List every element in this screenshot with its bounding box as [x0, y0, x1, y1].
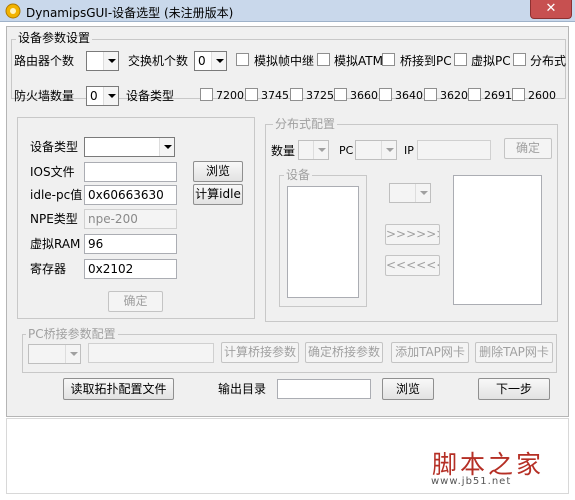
virtual-pc-checkbox[interactable] [454, 53, 467, 66]
remove-tap-button[interactable]: 删除TAP网卡 [475, 342, 553, 363]
npe-type-value: npe-200 [88, 212, 138, 226]
distributed-confirm-button[interactable]: 确定 [504, 138, 552, 159]
chevron-down-icon [211, 52, 226, 70]
firewall-count-value: 0 [90, 89, 98, 103]
watermark-url: www.jb51.net [431, 476, 512, 487]
virtual-ram-label: 虚拟RAM [30, 237, 81, 251]
ip-input[interactable] [417, 140, 491, 160]
add-tap-button[interactable]: 添加TAP网卡 [391, 342, 469, 363]
count-label: 数量 [271, 144, 296, 158]
register-label: 寄存器 [30, 262, 67, 276]
switch-count-select[interactable]: 0 [194, 51, 227, 71]
device-list-title: 设备 [284, 168, 313, 182]
model-3640-label: 3640 [395, 89, 423, 102]
target-pc-select[interactable] [389, 183, 431, 203]
config-device-type-label: 设备类型 [30, 140, 79, 154]
pc-select[interactable] [355, 140, 397, 160]
chevron-down-icon [313, 141, 328, 159]
window-title: DynamipsGUI-设备选型 (未注册版本) [26, 6, 234, 20]
next-button[interactable]: 下一步 [478, 378, 550, 400]
close-button[interactable]: ✕ [530, 0, 572, 19]
npe-type-label: NPE类型 [30, 212, 78, 226]
bridge-param-input[interactable] [88, 343, 214, 363]
register-value: 0x2102 [88, 262, 134, 276]
device-type-label: 设备类型 [126, 89, 175, 103]
output-dir-input[interactable] [277, 379, 371, 399]
virtual-pc-label: 虚拟PC [471, 54, 511, 68]
distributed-label: 分布式 [530, 54, 567, 68]
ios-file-label: IOS文件 [30, 165, 75, 179]
bridge-pc-checkbox[interactable] [382, 53, 395, 66]
model-7200-label: 7200 [216, 89, 244, 102]
model-2600-label: 2600 [528, 89, 556, 102]
router-count-label: 路由器个数 [14, 54, 75, 68]
firewall-count-select[interactable]: 0 [86, 86, 119, 106]
firewall-count-label: 防火墙数量 [14, 89, 75, 103]
chevron-down-icon [65, 345, 80, 363]
model-2691-label: 2691 [484, 89, 512, 102]
output-dir-label: 输出目录 [218, 382, 267, 396]
switch-count-label: 交换机个数 [128, 54, 189, 68]
virtual-ram-input[interactable]: 96 [84, 234, 177, 254]
count-select[interactable] [298, 140, 329, 160]
switch-count-value: 0 [198, 54, 206, 68]
ip-label: IP [404, 144, 414, 157]
chevron-down-icon [103, 52, 118, 70]
idle-pc-input[interactable]: 0x60663630 [84, 185, 177, 205]
model-3620-checkbox[interactable] [424, 88, 437, 101]
app-icon [5, 3, 21, 19]
model-3640-checkbox[interactable] [379, 88, 392, 101]
idle-pc-value: 0x60663630 [88, 188, 164, 202]
model-3660-checkbox[interactable] [334, 88, 347, 101]
chevron-down-icon [159, 138, 174, 156]
output-browse-button[interactable]: 浏览 [382, 378, 434, 400]
chevron-down-icon [103, 87, 118, 105]
bridge-interface-select[interactable] [28, 344, 81, 364]
calc-bridge-button[interactable]: 计算桥接参数 [221, 342, 299, 363]
device-params-title: 设备参数设置 [16, 31, 93, 45]
distributed-checkbox[interactable] [513, 53, 526, 66]
pc-label: PC [339, 144, 354, 157]
model-2691-checkbox[interactable] [468, 88, 481, 101]
config-confirm-button[interactable]: 确定 [108, 291, 163, 312]
router-count-select[interactable] [86, 51, 119, 71]
npe-type-input[interactable]: npe-200 [84, 209, 177, 229]
bridge-group-title: PC桥接参数配置 [26, 327, 118, 341]
register-input[interactable]: 0x2102 [84, 259, 177, 279]
model-3725-checkbox[interactable] [290, 88, 303, 101]
atm-checkbox[interactable] [317, 53, 330, 66]
model-2600-checkbox[interactable] [512, 88, 525, 101]
atm-label: 模拟ATM [334, 54, 383, 68]
ios-browse-button[interactable]: 浏览 [193, 161, 243, 182]
virtual-ram-value: 96 [88, 237, 104, 251]
chevron-down-icon [415, 184, 430, 202]
device-list[interactable] [287, 186, 359, 298]
model-3620-label: 3620 [440, 89, 468, 102]
model-3745-label: 3745 [261, 89, 289, 102]
frame-relay-checkbox[interactable] [236, 53, 249, 66]
client-area: 设备参数设置 路由器个数 交换机个数 0 模拟帧中继 模拟ATM 桥接到PC 虚… [6, 26, 569, 417]
model-3725-label: 3725 [306, 89, 334, 102]
ios-file-input[interactable] [84, 162, 177, 182]
add-device-button[interactable]: >>>>>> [385, 224, 440, 245]
idle-pc-label: idle-pc值 [30, 188, 83, 202]
distributed-config-title: 分布式配置 [273, 117, 338, 131]
model-3660-label: 3660 [350, 89, 378, 102]
frame-relay-label: 模拟帧中继 [254, 54, 315, 68]
pc-device-list[interactable] [453, 175, 542, 305]
config-device-type-select[interactable] [84, 137, 175, 157]
confirm-bridge-button[interactable]: 确定桥接参数 [305, 342, 383, 363]
model-3745-checkbox[interactable] [245, 88, 258, 101]
calc-idle-button[interactable]: 计算idle [193, 184, 243, 205]
remove-device-button[interactable]: <<<<<< [385, 255, 440, 276]
load-topology-button[interactable]: 读取拓扑配置文件 [63, 378, 174, 400]
model-7200-checkbox[interactable] [200, 88, 213, 101]
chevron-down-icon [381, 141, 396, 159]
bridge-pc-label: 桥接到PC [400, 54, 452, 68]
